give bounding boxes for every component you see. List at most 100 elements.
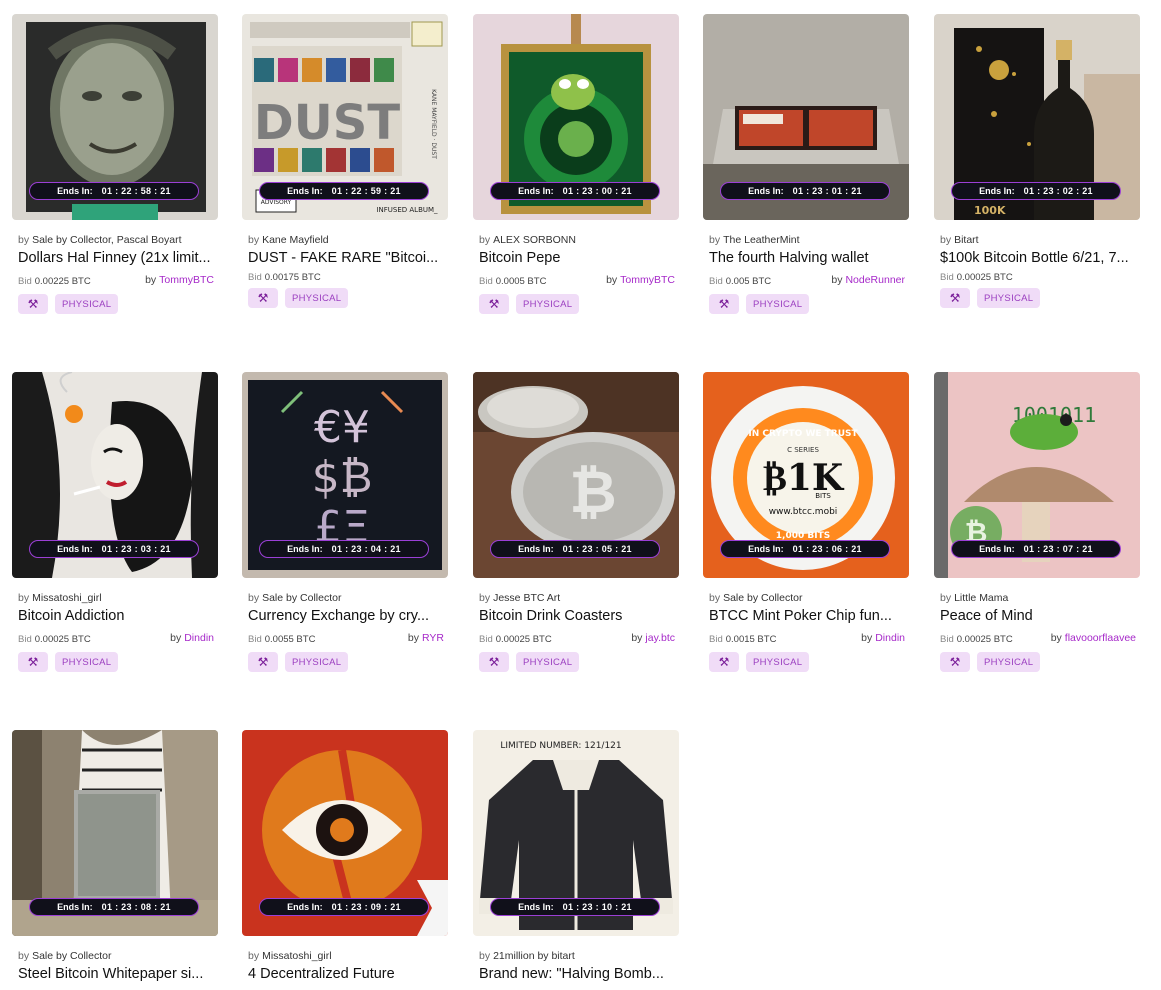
current-bid: Bid 0.0055 BTC <box>248 634 316 645</box>
owner-link[interactable]: flavooorflaavee <box>1065 632 1136 644</box>
creator-name[interactable]: Sale by Collector <box>32 950 111 962</box>
current-bid: Bid 0.00025 BTC <box>18 634 91 645</box>
current-bid: Bid 0.00175 BTC <box>248 272 321 283</box>
gavel-icon[interactable]: ⚒ <box>940 652 970 672</box>
auction-card[interactable]: DUST KANE MAYFIELD · DUST ADVISORY INFUS… <box>242 14 449 310</box>
tag-row: ⚒ PHYSICAL <box>709 294 910 316</box>
auction-card[interactable]: Ends In: 01 : 23 : 03 : 21 by Missatoshi_g… <box>12 372 219 674</box>
artwork-image-bitcoin-bottle[interactable]: 100K Ends In: 01 : 23 : 02 : 21 <box>934 14 1140 220</box>
auction-card[interactable]: 1001011 ₿ Ends In:01 : 23 : 07 : 21 byLi… <box>934 372 1141 674</box>
gavel-icon[interactable]: ⚒ <box>248 652 278 672</box>
bid-row: Bid 0.00175 BTC <box>248 272 444 288</box>
svg-text:100K: 100K <box>974 204 1006 217</box>
gavel-icon[interactable]: ⚒ <box>940 288 970 308</box>
owner-line: by Dindin <box>170 632 214 644</box>
owner-link[interactable]: RYR <box>422 632 444 644</box>
artwork-image-dust[interactable]: DUST KANE MAYFIELD · DUST ADVISORY INFUS… <box>242 14 448 220</box>
artwork-image-bitcoin-pepe[interactable]: Ends In: 01 : 23 : 00 : 21 <box>473 14 679 220</box>
countdown-timer: Ends In: 01 : 23 : 05 : 21 <box>490 540 660 558</box>
auction-card[interactable]: LIMITED NUMBER: 121/121 Ends In: 01 : 23 … <box>473 730 680 982</box>
auction-card[interactable]: Ends In: 01 : 23 : 01 : 21 by The LeatherM… <box>703 14 910 316</box>
artwork-title[interactable]: Currency Exchange by cry... <box>248 608 444 624</box>
owner-link[interactable]: Dindin <box>184 632 214 644</box>
artwork-title[interactable]: BTCC Mint Poker Chip fun... <box>709 608 905 624</box>
auction-card[interactable]: Ends In: 01 : 23 : 08 : 21 by Sale by Coll… <box>12 730 219 982</box>
gavel-icon[interactable]: ⚒ <box>709 294 739 314</box>
creator-name[interactable]: Missatoshi_girl <box>262 950 331 962</box>
owner-line: by TommyBTC <box>145 274 214 286</box>
creator-name[interactable]: The LeatherMint <box>723 234 799 246</box>
countdown-timer: Ends In: 01 : 23 : 06 : 21 <box>720 540 890 558</box>
artwork-image-poker-chip[interactable]: IN CRYPTO WE TRUST C SERIES ₿1K BITS www… <box>703 372 909 578</box>
owner-link[interactable]: jay.btc <box>645 632 675 644</box>
owner-line: by jay.btc <box>631 632 675 644</box>
creator-name[interactable]: Sale by Collector, Pascal Boyart <box>32 234 181 246</box>
countdown-timer: Ends In: 01 : 22 : 58 : 21 <box>29 182 199 200</box>
artwork-title[interactable]: Dollars Hal Finney (21x limit... <box>18 250 214 266</box>
gavel-icon[interactable]: ⚒ <box>18 294 48 314</box>
auction-card[interactable]: €¥ $₿ £Ξ Ends In: 01 : 23 : 04 : 21 by Sal… <box>242 372 449 674</box>
artwork-image-drink-coasters[interactable]: ₿ Ends In: 01 : 23 : 05 : 21 <box>473 372 679 578</box>
auction-card[interactable]: Ends In: 01 : 22 : 58 : 21 by Sale by Coll… <box>12 14 219 316</box>
gavel-icon[interactable]: ⚒ <box>479 652 509 672</box>
bid-row: Bid 0.00025 BTC by Dindin <box>18 630 214 646</box>
current-bid: Bid 0.00225 BTC <box>18 276 91 287</box>
artwork-image-hal-finney[interactable]: Ends In: 01 : 22 : 58 : 21 <box>12 14 218 220</box>
physical-tag: PHYSICAL <box>55 294 119 314</box>
artwork-image-wallet[interactable]: Ends In: 01 : 23 : 01 : 21 <box>703 14 909 220</box>
creator-name[interactable]: Missatoshi_girl <box>32 592 101 604</box>
artwork-image-peace-of-mind[interactable]: 1001011 ₿ Ends In:01 : 23 : 07 : 21 <box>934 372 1140 578</box>
tag-row: ⚒ PHYSICAL <box>940 652 1141 674</box>
artwork-image-halving-bomber[interactable]: LIMITED NUMBER: 121/121 Ends In: 01 : 23 … <box>473 730 679 936</box>
artwork-title[interactable]: The fourth Halving wallet <box>709 250 905 266</box>
svg-text:$₿: $₿ <box>312 452 373 503</box>
bid-row: Bid 0.0015 BTC by Dindin <box>709 630 905 646</box>
auction-card[interactable]: ₿ Ends In: 01 : 23 : 05 : 21 by Jesse BTC … <box>473 372 680 674</box>
gavel-icon[interactable]: ⚒ <box>18 652 48 672</box>
creator-name[interactable]: Sale by Collector <box>262 592 341 604</box>
auction-card[interactable]: IN CRYPTO WE TRUST C SERIES ₿1K BITS www… <box>703 372 910 674</box>
physical-tag: PHYSICAL <box>516 652 580 672</box>
artwork-image-currency-exchange[interactable]: €¥ $₿ £Ξ Ends In: 01 : 23 : 04 : 21 <box>242 372 448 578</box>
artwork-image-steel-whitepaper[interactable]: Ends In: 01 : 23 : 08 : 21 <box>12 730 218 936</box>
gavel-icon[interactable]: ⚒ <box>248 288 278 308</box>
artwork-title[interactable]: $100k Bitcoin Bottle 6/21, 7... <box>940 250 1136 266</box>
tag-row: ⚒ PHYSICAL <box>709 652 910 674</box>
owner-link[interactable]: TommyBTC <box>620 274 675 286</box>
current-bid: Bid 0.0005 BTC <box>479 276 547 287</box>
owner-link[interactable]: TommyBTC <box>159 274 214 286</box>
creator-name[interactable]: ALEX SORBONN <box>493 234 576 246</box>
artwork-title[interactable]: Brand new: "Halving Bomb... <box>479 966 675 982</box>
gavel-icon[interactable]: ⚒ <box>479 294 509 314</box>
owner-link[interactable]: Dindin <box>875 632 905 644</box>
creator-line: by Jesse BTC Art <box>479 592 561 604</box>
artwork-title[interactable]: Steel Bitcoin Whitepaper si... <box>18 966 214 982</box>
artwork-title[interactable]: Bitcoin Pepe <box>479 250 675 266</box>
creator-name[interactable]: Sale by Collector <box>723 592 802 604</box>
creator-name[interactable]: Jesse BTC Art <box>493 592 560 604</box>
creator-name[interactable]: Little Mama <box>954 592 1008 604</box>
auction-card[interactable]: 100K Ends In: 01 : 23 : 02 : 21 by Bitart … <box>934 14 1141 310</box>
artwork-title[interactable]: 4 Decentralized Future <box>248 966 444 982</box>
artwork-title[interactable]: DUST - FAKE RARE "Bitcoi... <box>248 250 444 266</box>
auction-card[interactable]: Ends In: 01 : 23 : 00 : 21 by ALEX SORBONN… <box>473 14 680 316</box>
creator-name[interactable]: 21million by bitart <box>493 950 575 962</box>
artwork-image-decentralized-future[interactable]: Ends In: 01 : 23 : 09 : 21 <box>242 730 448 936</box>
gavel-icon[interactable]: ⚒ <box>709 652 739 672</box>
physical-tag: PHYSICAL <box>746 652 810 672</box>
owner-link[interactable]: NodeRunner <box>845 274 905 286</box>
artwork-title[interactable]: Peace of Mind <box>940 608 1136 624</box>
auction-card[interactable]: Ends In: 01 : 23 : 09 : 21 by Missatoshi_g… <box>242 730 449 982</box>
artwork-image-bitcoin-addiction[interactable]: Ends In: 01 : 23 : 03 : 21 <box>12 372 218 578</box>
creator-name[interactable]: Kane Mayfield <box>262 234 329 246</box>
svg-text:ADVISORY: ADVISORY <box>261 199 292 206</box>
artwork-title[interactable]: Bitcoin Addiction <box>18 608 214 624</box>
creator-line: by 21million by bitart <box>479 950 575 962</box>
creator-name[interactable]: Bitart <box>954 234 979 246</box>
svg-text:KANE MAYFIELD · DUST: KANE MAYFIELD · DUST <box>430 89 437 159</box>
physical-tag: PHYSICAL <box>285 288 349 308</box>
tag-row: ⚒ PHYSICAL <box>18 652 219 674</box>
artwork-title[interactable]: Bitcoin Drink Coasters <box>479 608 675 624</box>
countdown-timer: Ends In: 01 : 23 : 08 : 21 <box>29 898 199 916</box>
countdown-timer: Ends In: 01 : 23 : 09 : 21 <box>259 898 429 916</box>
